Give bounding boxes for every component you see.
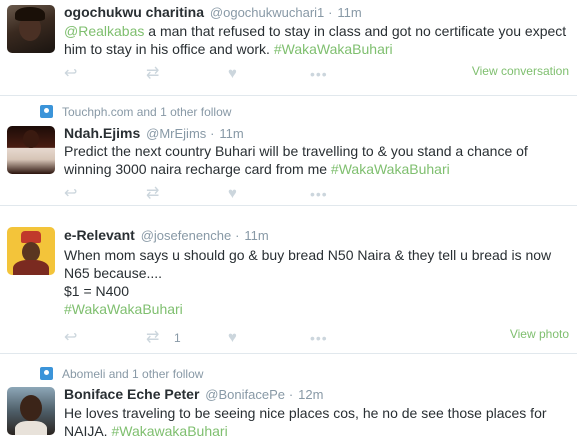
person-icon (40, 367, 53, 380)
tweet-item[interactable]: Abomeli and 1 other follow Boniface Eche… (0, 354, 577, 447)
separator-dot: · (328, 5, 333, 20)
social-context: Touchph.com and 1 other follow (40, 105, 231, 119)
more-icon[interactable]: ••• (310, 330, 328, 346)
retweet-icon[interactable]: ⇄ (146, 66, 159, 82)
mention-link[interactable]: @Realkabas (64, 23, 144, 39)
retweet-icon[interactable]: ⇄ (146, 330, 159, 346)
tweet-item[interactable]: e-Relevant @josefenenche · 11m When mom … (0, 206, 577, 354)
tweet-header: e-Relevant @josefenenche · 11m (64, 227, 269, 243)
like-icon[interactable]: ♥ (228, 186, 237, 202)
tweet-line: $1 = N400 (64, 283, 129, 299)
timestamp[interactable]: 11m (244, 228, 268, 243)
tweet-body: Predict the next country Buhari will be … (64, 143, 528, 177)
tweet-item[interactable]: Touchph.com and 1 other follow Ndah.Ejim… (0, 96, 577, 206)
user-name[interactable]: e-Relevant (64, 227, 135, 243)
timeline: ogochukwu charitina @ogochukwuchari1 · 1… (0, 0, 577, 447)
user-handle[interactable]: @MrEjims (146, 126, 206, 141)
like-icon[interactable]: ♥ (228, 66, 237, 82)
avatar[interactable] (7, 5, 55, 53)
user-handle[interactable]: @BonifacePe (205, 387, 285, 402)
reply-icon[interactable]: ↩ (64, 186, 77, 202)
tweet-header: Boniface Eche Peter @BonifacePe · 12m (64, 386, 323, 402)
reply-icon[interactable]: ↩ (64, 66, 77, 82)
reply-icon[interactable]: ↩ (64, 330, 77, 346)
hashtag-link[interactable]: #WakaWakaBuhari (64, 300, 570, 318)
tweet-line: When mom says u should go & buy bread N5… (64, 247, 552, 281)
view-conversation-link[interactable]: View conversation (472, 64, 569, 78)
social-context: Abomeli and 1 other follow (40, 367, 203, 381)
tweet-text: Predict the next country Buhari will be … (64, 142, 570, 178)
hashtag-link[interactable]: #WakaWakaBuhari (331, 161, 450, 177)
social-context-text: Abomeli and 1 other follow (62, 367, 204, 381)
more-icon[interactable]: ••• (310, 186, 328, 202)
user-name[interactable]: ogochukwu charitina (64, 4, 204, 20)
user-handle[interactable]: @josefenenche (141, 228, 232, 243)
tweet-header: Ndah.Ejims @MrEjims · 11m (64, 125, 244, 141)
retweet-icon[interactable]: ⇄ (146, 186, 159, 202)
tweet-text: When mom says u should go & buy bread N5… (64, 246, 570, 318)
user-handle[interactable]: @ogochukwuchari1 (210, 5, 324, 20)
hashtag-link[interactable]: #WakaWakaBuhari (274, 41, 393, 57)
tweet-item[interactable]: ogochukwu charitina @ogochukwuchari1 · 1… (0, 0, 577, 96)
hashtag-link[interactable]: #WakawakaBuhari (111, 423, 227, 439)
like-icon[interactable]: ♥ (228, 330, 237, 346)
retweet-count: 1 (174, 331, 181, 345)
avatar[interactable] (7, 126, 55, 174)
more-icon[interactable]: ••• (310, 66, 328, 82)
user-name[interactable]: Boniface Eche Peter (64, 386, 199, 402)
social-context-text: Touchph.com and 1 other follow (62, 105, 232, 119)
avatar[interactable] (7, 387, 55, 435)
timestamp[interactable]: 11m (219, 126, 243, 141)
timestamp[interactable]: 12m (298, 387, 323, 402)
timestamp[interactable]: 11m (337, 5, 361, 20)
separator-dot: · (235, 228, 240, 243)
tweet-header: ogochukwu charitina @ogochukwuchari1 · 1… (64, 4, 362, 20)
tweet-text: He loves traveling to be seeing nice pla… (64, 404, 570, 440)
person-icon (40, 105, 53, 118)
separator-dot: · (288, 387, 294, 402)
tweet-text: @Realkabas a man that refused to stay in… (64, 22, 570, 58)
separator-dot: · (210, 126, 215, 141)
view-photo-link[interactable]: View photo (510, 327, 569, 341)
user-name[interactable]: Ndah.Ejims (64, 125, 140, 141)
avatar[interactable] (7, 227, 55, 275)
